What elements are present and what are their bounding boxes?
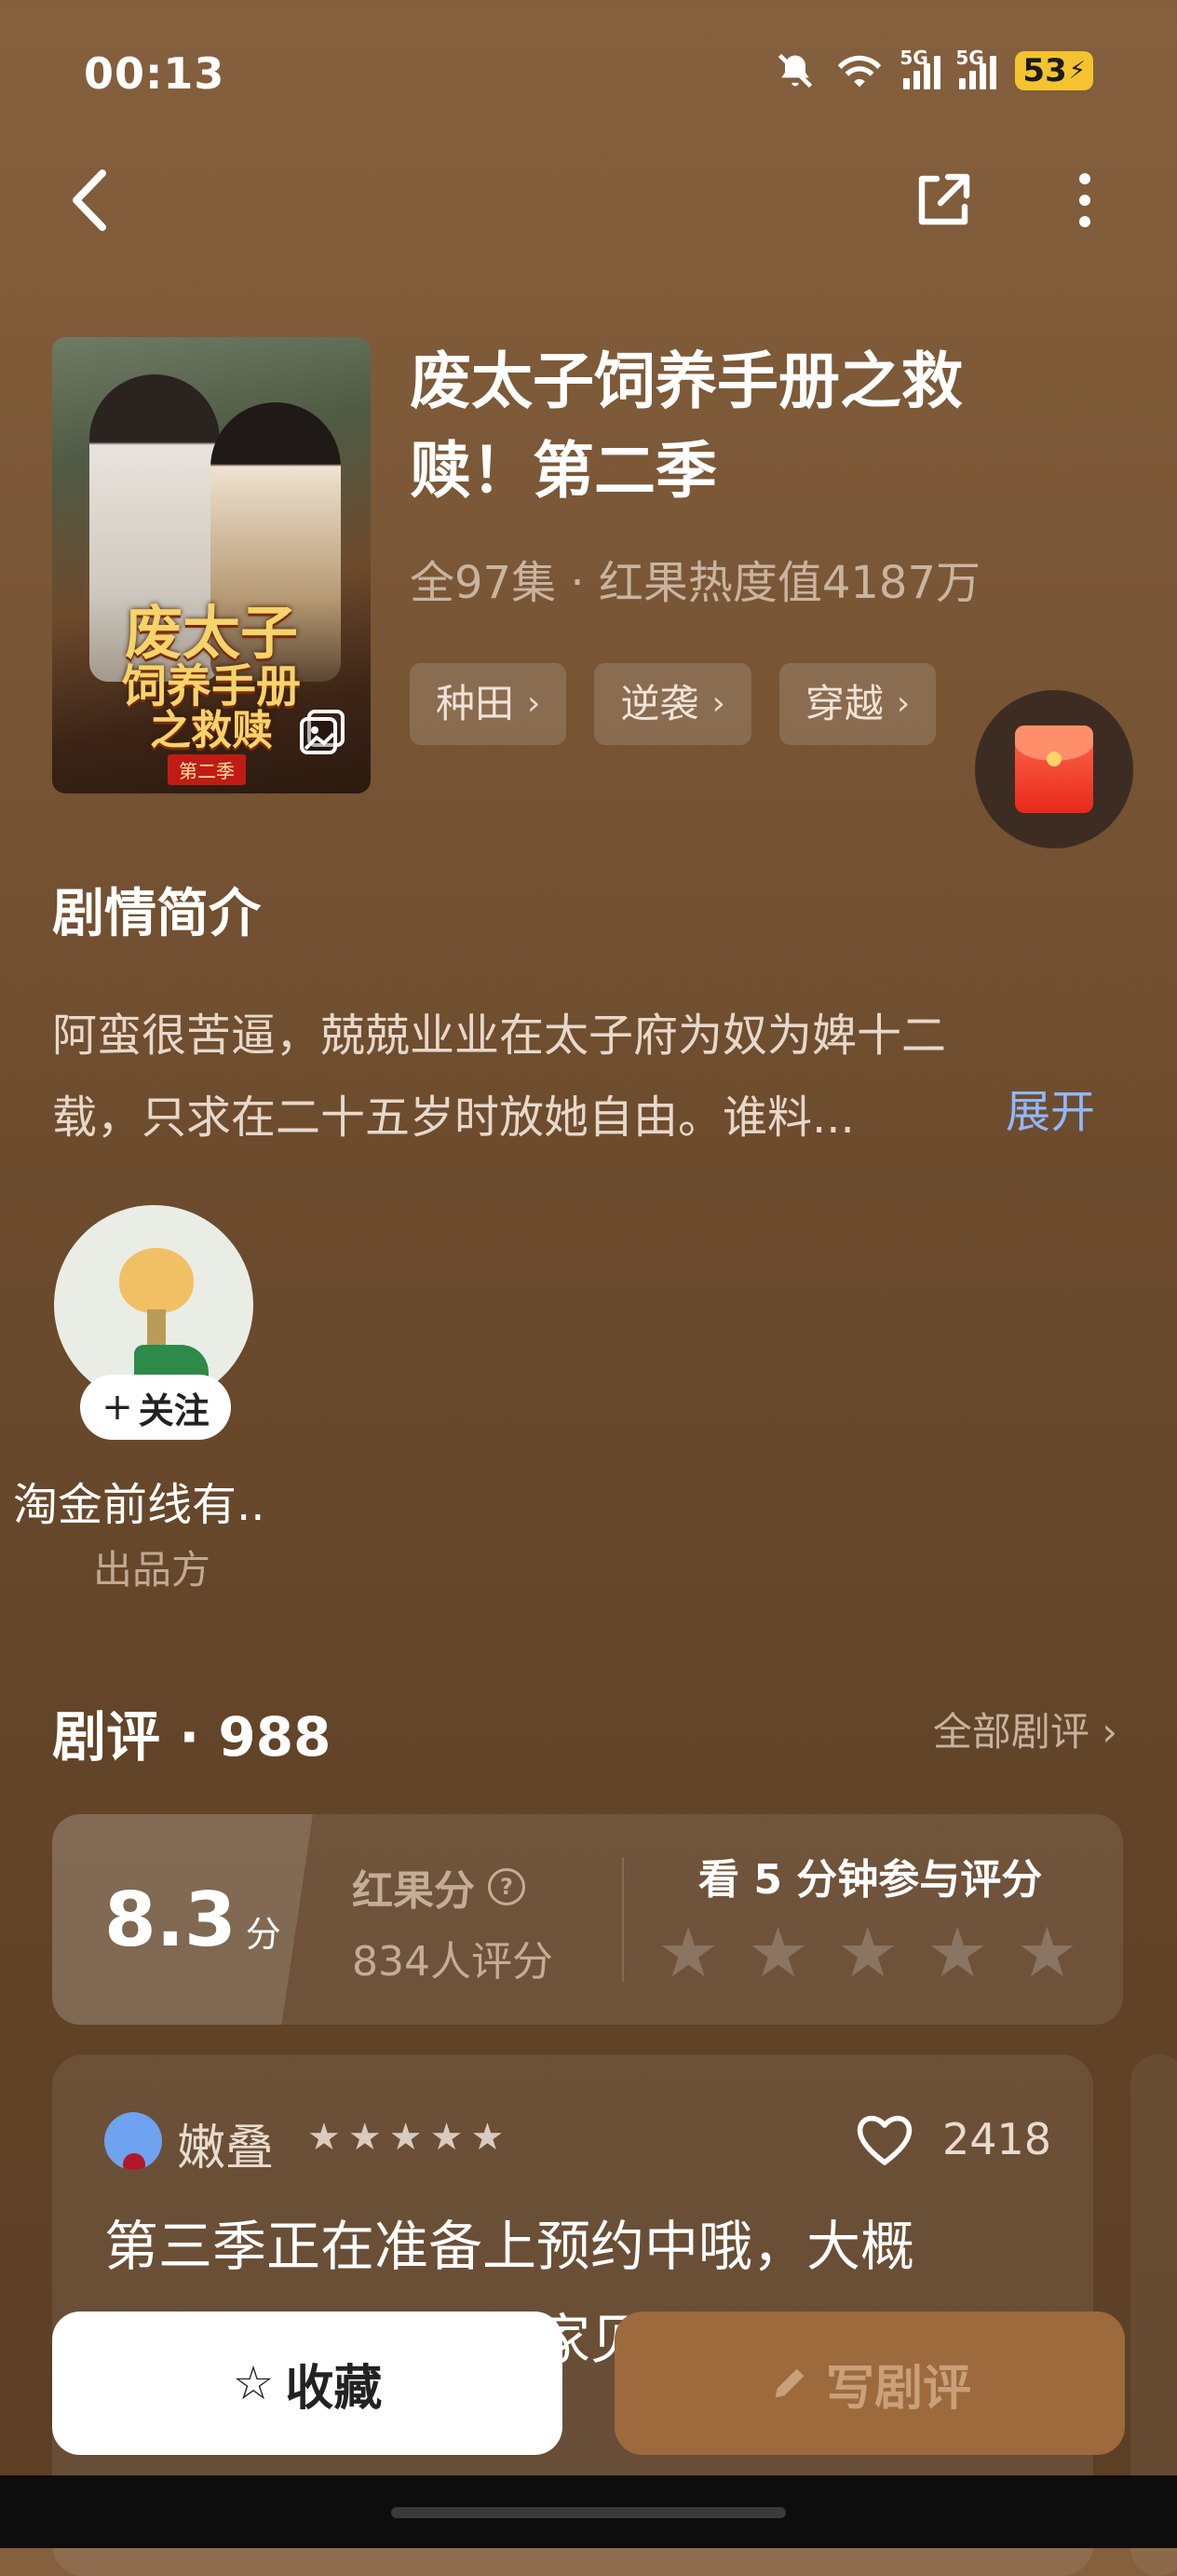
gallery-icon[interactable] [298,708,346,756]
red-packet-button[interactable] [975,690,1133,848]
reviewer-name[interactable]: 嫩叠 [177,2108,274,2178]
more-vertical-icon [1079,173,1090,227]
rating-star-5[interactable]: ★ [1016,1918,1077,1987]
collect-button[interactable]: ☆ 收藏 [52,2312,562,2455]
charging-bolt-icon: ⚡ [1068,57,1086,85]
score-count: 834人评分 [352,1938,553,1986]
share-button[interactable] [911,168,976,233]
reviewer-avatar[interactable] [104,2112,162,2170]
score-unit: 分 [245,1913,281,1955]
home-indicator[interactable] [391,2507,786,2518]
rating-star-1[interactable]: ★ [657,1918,719,1987]
producer-role: 出品方 [93,1547,211,1593]
like-count: 2418 [942,2114,1052,2164]
synopsis-heading: 剧情简介 [52,884,261,944]
tag-time-travel[interactable]: 穿越 › [778,663,937,745]
back-button[interactable] [56,168,121,233]
expand-synopsis-link[interactable]: 展开 [1006,1075,1095,1140]
genre-tags: 种田 › 逆袭 › 穿越 › [410,663,937,745]
reviewer-stars: ★ ★ ★ ★ ★ [307,2116,504,2159]
rate-prompt: 看 5 分钟参与评分 [698,1856,1043,1904]
score-card: 8.3 分 红果分? 834人评分 看 5 分钟参与评分 ★ ★ ★ ★ ★ [52,1814,1123,2025]
flower-icon [119,1248,194,1313]
divider [622,1857,624,1982]
share-icon [918,173,970,225]
poster-season-badge: 第二季 [168,754,246,785]
star-icon: ★ [388,2116,423,2159]
wifi-icon [838,55,882,88]
cell-signal-2-icon: 5G [955,47,997,89]
red-packet-icon [1015,725,1093,813]
pencil-icon [775,2368,805,2398]
reviews-heading: 剧评 · 988 [52,1705,331,1769]
battery-indicator: 53 ⚡ [1015,51,1093,90]
rating-star-4[interactable]: ★ [927,1918,988,1987]
score-panel: 8.3 分 [52,1814,313,2025]
help-icon[interactable]: ? [488,1868,525,1905]
follow-button[interactable]: + 关注 [80,1375,231,1440]
synopsis-text: 阿蛮很苦逼，兢兢业业在太子府为奴为婢十二 载，只求在二十五岁时放她自由。谁料..… [52,1010,947,1144]
all-reviews-link[interactable]: 全部剧评 › [933,1701,1117,1757]
rating-stars: ★ ★ ★ ★ ★ [657,1918,1078,1987]
producer-name[interactable]: 淘金前线有.. [13,1468,265,1533]
star-icon: ★ [347,2116,382,2159]
star-outline-icon: ☆ [232,2356,275,2410]
status-icons: 5G 5G 53 ⚡ [775,47,1093,91]
mute-bell-icon [778,53,813,88]
drama-title: 废太子饲养手册之救赎！第二季 [410,346,963,507]
chevron-right-icon: › [896,685,911,723]
star-icon: ★ [429,2116,464,2159]
tag-comeback[interactable]: 逆袭 › [594,663,751,745]
tag-farming[interactable]: 种田 › [410,663,567,745]
plus-icon: + [101,1386,133,1429]
chevron-right-icon: › [711,685,725,723]
star-icon: ★ [307,2116,341,2159]
like-button[interactable] [853,2108,916,2172]
drama-meta: 全97集 · 红果热度值4187万 [410,557,981,609]
score-value: 8.3 [104,1876,237,1963]
heart-icon [857,2115,913,2165]
cell-signal-1-icon: 5G [900,47,941,89]
drama-poster[interactable]: 废太子 饲养手册 之救赎 第二季 [52,337,371,793]
write-review-button[interactable]: 写剧评 [615,2312,1125,2455]
rating-star-2[interactable]: ★ [747,1918,808,1987]
status-time: 00:13 [84,48,225,99]
score-label: 红果分? [352,1857,525,1917]
star-icon: ★ [470,2116,505,2159]
rating-star-3[interactable]: ★ [837,1918,899,1987]
chevron-right-icon: › [1102,1709,1117,1755]
more-options-button[interactable] [1052,168,1117,233]
chevron-right-icon: › [527,685,541,723]
chevron-left-icon [73,169,106,231]
